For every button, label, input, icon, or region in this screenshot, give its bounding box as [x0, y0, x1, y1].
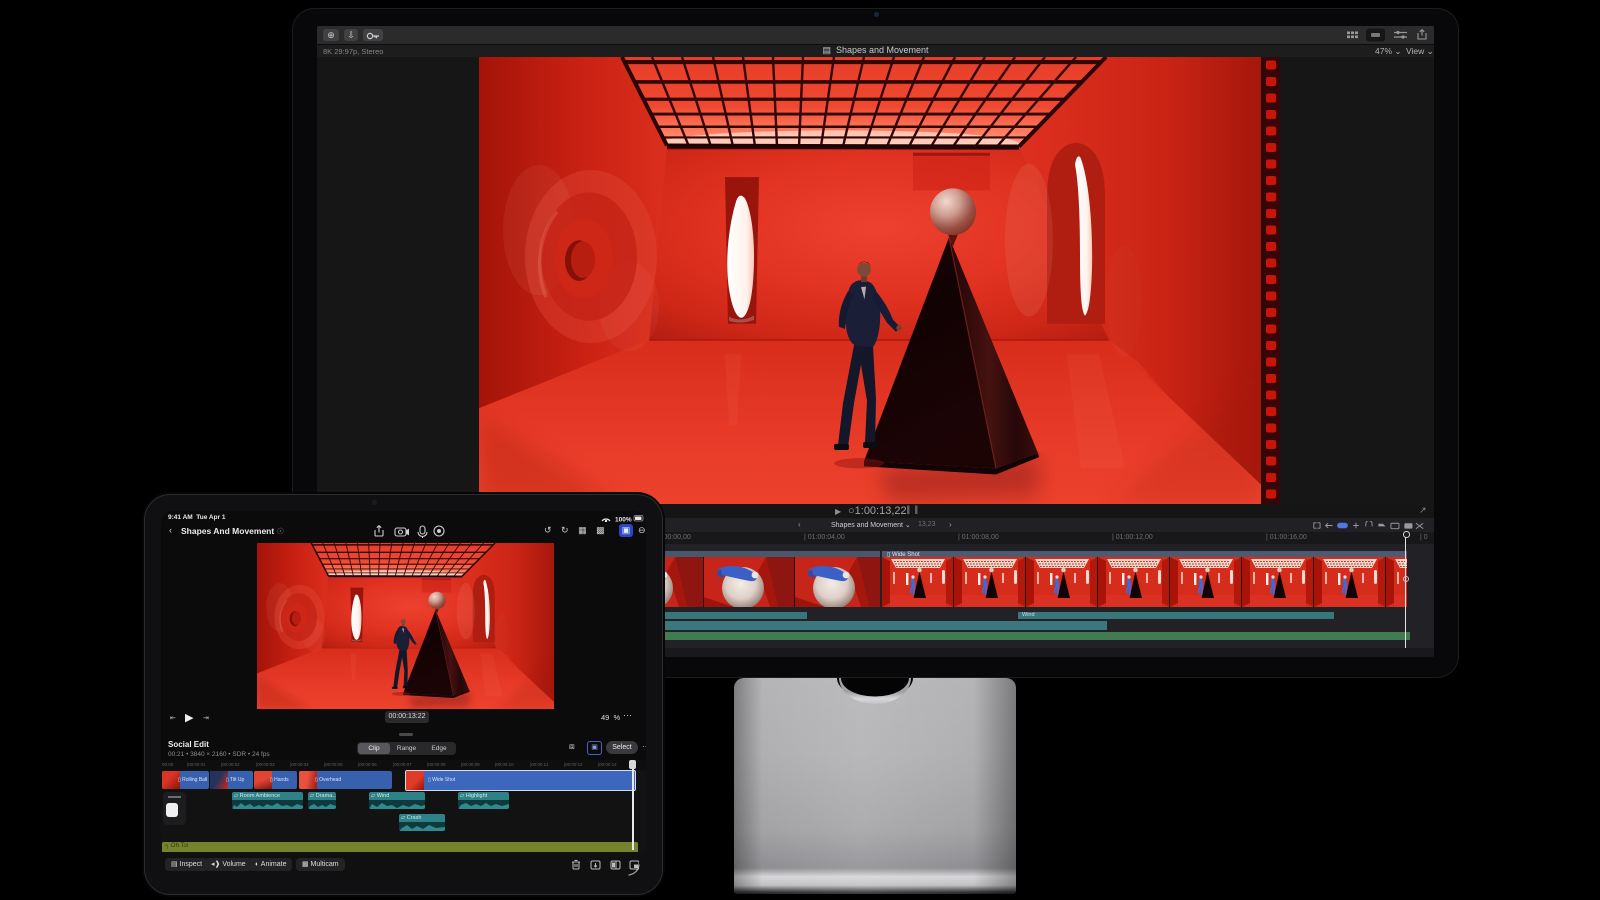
svg-text:100%: 100%	[615, 517, 632, 523]
